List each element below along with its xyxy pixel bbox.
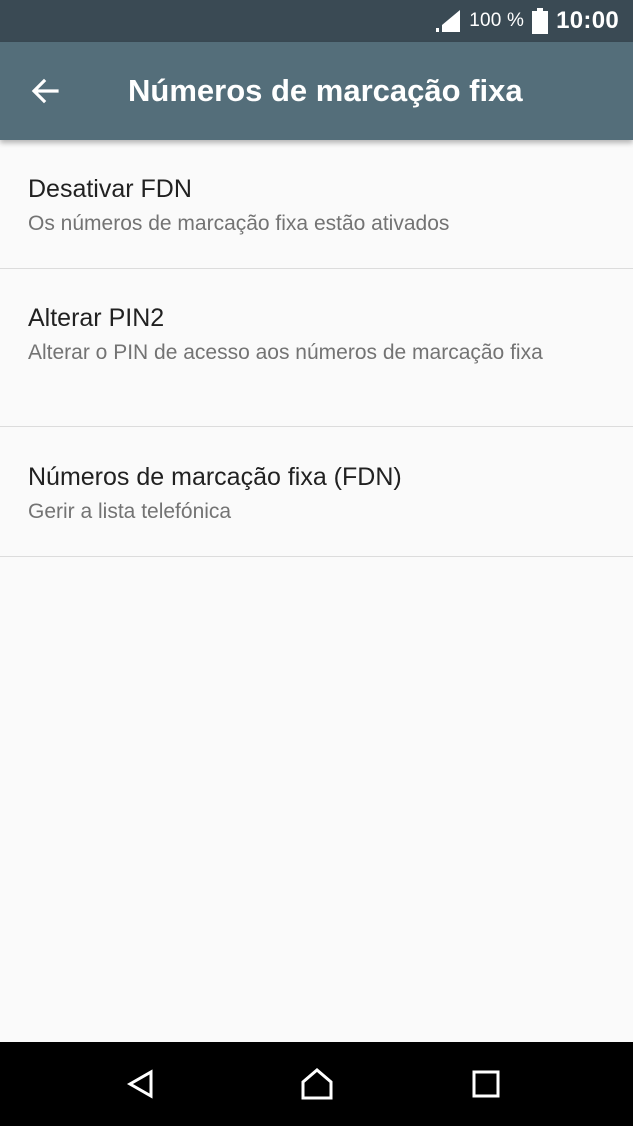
battery-percentage: 100 % <box>469 10 525 31</box>
nav-home-icon <box>301 1068 333 1100</box>
nav-back-button[interactable] <box>116 1059 166 1109</box>
app-bar: Números de marcação fixa <box>0 42 633 140</box>
status-clock: 10:00 <box>556 7 619 34</box>
page-title: Números de marcação fixa <box>128 73 523 108</box>
pref-item-summary: Alterar o PIN de acesso aos números de m… <box>28 341 543 364</box>
navigation-bar <box>0 1042 633 1126</box>
status-bar: 100 % 10:00 <box>0 0 633 42</box>
pref-item-disable-fdn[interactable]: Desativar FDN Os números de marcação fix… <box>0 140 633 269</box>
pref-item-change-pin2[interactable]: Alterar PIN2 Alterar o PIN de acesso aos… <box>0 269 633 427</box>
preference-list: Desativar FDN Os números de marcação fix… <box>0 140 633 557</box>
pref-item-title: Desativar FDN <box>28 175 192 203</box>
nav-recents-button[interactable] <box>461 1059 511 1109</box>
status-indicators: 100 % 10:00 <box>435 0 619 42</box>
pref-item-summary: Gerir a lista telefónica <box>28 500 232 523</box>
pref-item-title: Números de marcação fixa (FDN) <box>28 463 402 491</box>
pref-item-title: Alterar PIN2 <box>28 304 165 332</box>
nav-recents-icon <box>472 1070 500 1098</box>
back-button[interactable] <box>20 66 70 116</box>
signal-icon <box>436 10 461 32</box>
battery-icon <box>532 8 549 34</box>
arrow-left-icon <box>31 78 59 104</box>
nav-back-icon <box>126 1069 153 1099</box>
pref-item-summary: Os números de marcação fixa estão ativad… <box>28 212 450 235</box>
pref-item-fdn-list[interactable]: Números de marcação fixa (FDN) Gerir a l… <box>0 427 633 557</box>
nav-home-button[interactable] <box>292 1059 342 1109</box>
